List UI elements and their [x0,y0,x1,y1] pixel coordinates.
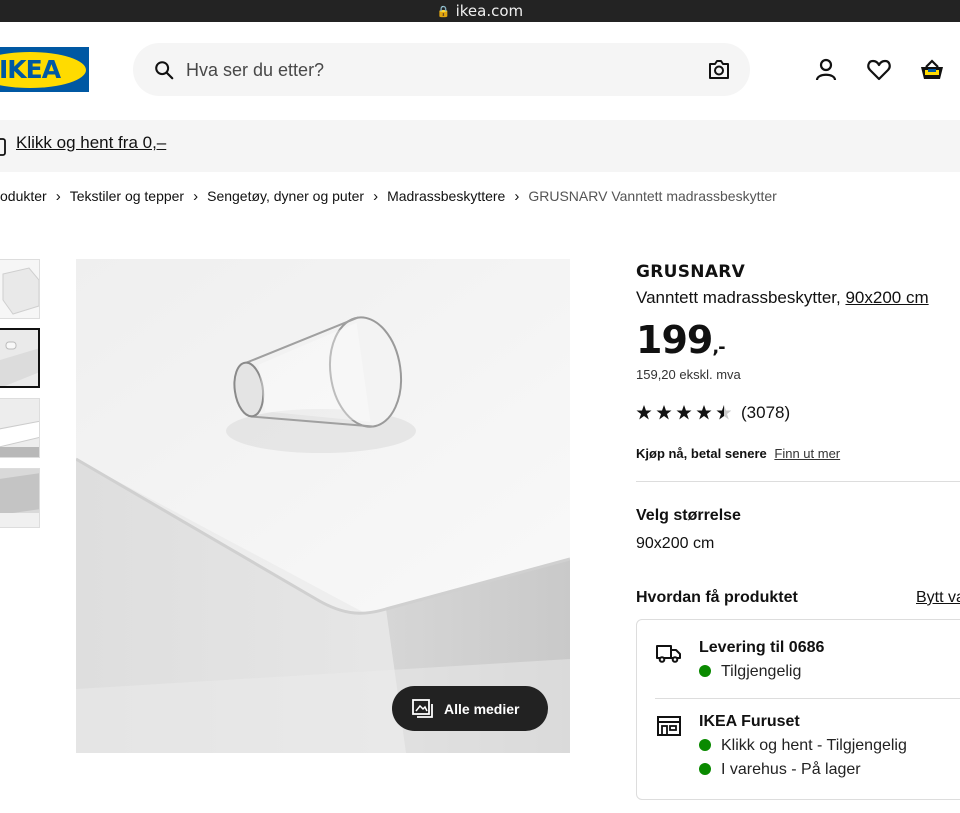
camera-icon[interactable] [707,59,731,81]
search-bar[interactable] [133,43,750,96]
product-name: GRUSNARV [636,262,746,282]
gallery-icon [412,698,433,718]
delivery-heading: Hvordan få produktet [636,589,798,606]
search-input[interactable] [186,56,686,84]
size-value[interactable]: 90x200 cm [636,535,714,553]
truck-icon [656,645,681,663]
breadcrumb-current: GRUSNARV Vanntett madrassbeskytter [528,188,777,204]
promo-banner: Klikk og hent fra 0,– [0,120,960,172]
product-type: Vanntett madrassbeskytter, [636,288,841,307]
status-dot-icon [699,763,711,775]
breadcrumb-bedding[interactable]: Sengetøy, dyner og puter [207,188,364,204]
account-icon[interactable] [813,57,839,83]
click-and-collect-link[interactable]: Klikk og hent fra 0,– [16,133,166,153]
chevron-right-icon: › [55,187,61,205]
search-icon [155,61,174,80]
url-text: ikea.com [455,2,524,20]
chevron-right-icon: › [373,187,379,205]
thumbnail-1[interactable] [0,259,40,319]
product-description: Vanntett madrassbeskytter, 90x200 cm [636,288,929,308]
breadcrumb-mattress-protectors[interactable]: Madrassbeskyttere [387,188,505,204]
price-suffix: ,- [712,337,725,358]
store-icon [657,716,681,736]
chevron-right-icon: › [193,187,199,205]
product-price: 199,- [636,318,726,362]
ikea-logo[interactable]: IKEA [0,47,89,92]
pay-later-link[interactable]: Finn ut mer [774,446,840,461]
status-dot-icon [699,665,711,677]
breadcrumb-products[interactable]: Produkter [0,188,47,204]
pay-later-label: Kjøp nå, betal senere [636,446,767,461]
divider [636,481,960,482]
rating-count: (3078) [741,403,791,422]
price-ex-vat: 159,20 ekskl. mva [636,367,741,382]
status-dot-icon [699,739,711,751]
favourites-heart-icon[interactable] [866,57,892,83]
delivery-status: Tilgjengelig [699,663,801,681]
delivery-title: Levering til 0686 [699,639,825,656]
price-value: 199 [636,318,713,362]
breadcrumb: Produkter › Tekstiler og tepper › Senget… [0,186,777,206]
divider [655,698,960,699]
browser-url-bar[interactable]: 🔒 ikea.com [0,0,960,22]
breadcrumb-textiles[interactable]: Tekstiler og tepper [70,188,184,204]
store-status-click-collect: Klikk og hent - Tilgjengelig [699,737,907,755]
store-title: IKEA Furuset [699,713,800,730]
all-media-label: Alle medier [444,700,520,717]
pickup-icon [0,138,6,156]
lock-icon: 🔒 [436,4,451,18]
rating[interactable]: (3078) [636,403,790,423]
product-main-image[interactable] [76,259,570,753]
logo-text: IKEA [0,55,61,84]
thumbnail-4[interactable] [0,468,40,528]
thumbnail-2-selected[interactable] [0,328,40,388]
thumbnail-3[interactable] [0,398,40,458]
rating-stars-icon [636,405,731,420]
all-media-button[interactable]: Alle medier [392,686,548,731]
size-label: Velg størrelse [636,507,741,524]
change-store-link[interactable]: Bytt va [916,589,960,607]
size-link[interactable]: 90x200 cm [845,288,928,307]
availability-box: Levering til 0686 Tilgjengelig IKEA Furu… [636,619,960,800]
pay-later: Kjøp nå, betal senere Finn ut mer [636,446,840,461]
chevron-right-icon: › [514,187,520,205]
store-status-in-store: I varehus - På lager [699,761,861,779]
shopping-basket-icon[interactable] [919,57,945,83]
